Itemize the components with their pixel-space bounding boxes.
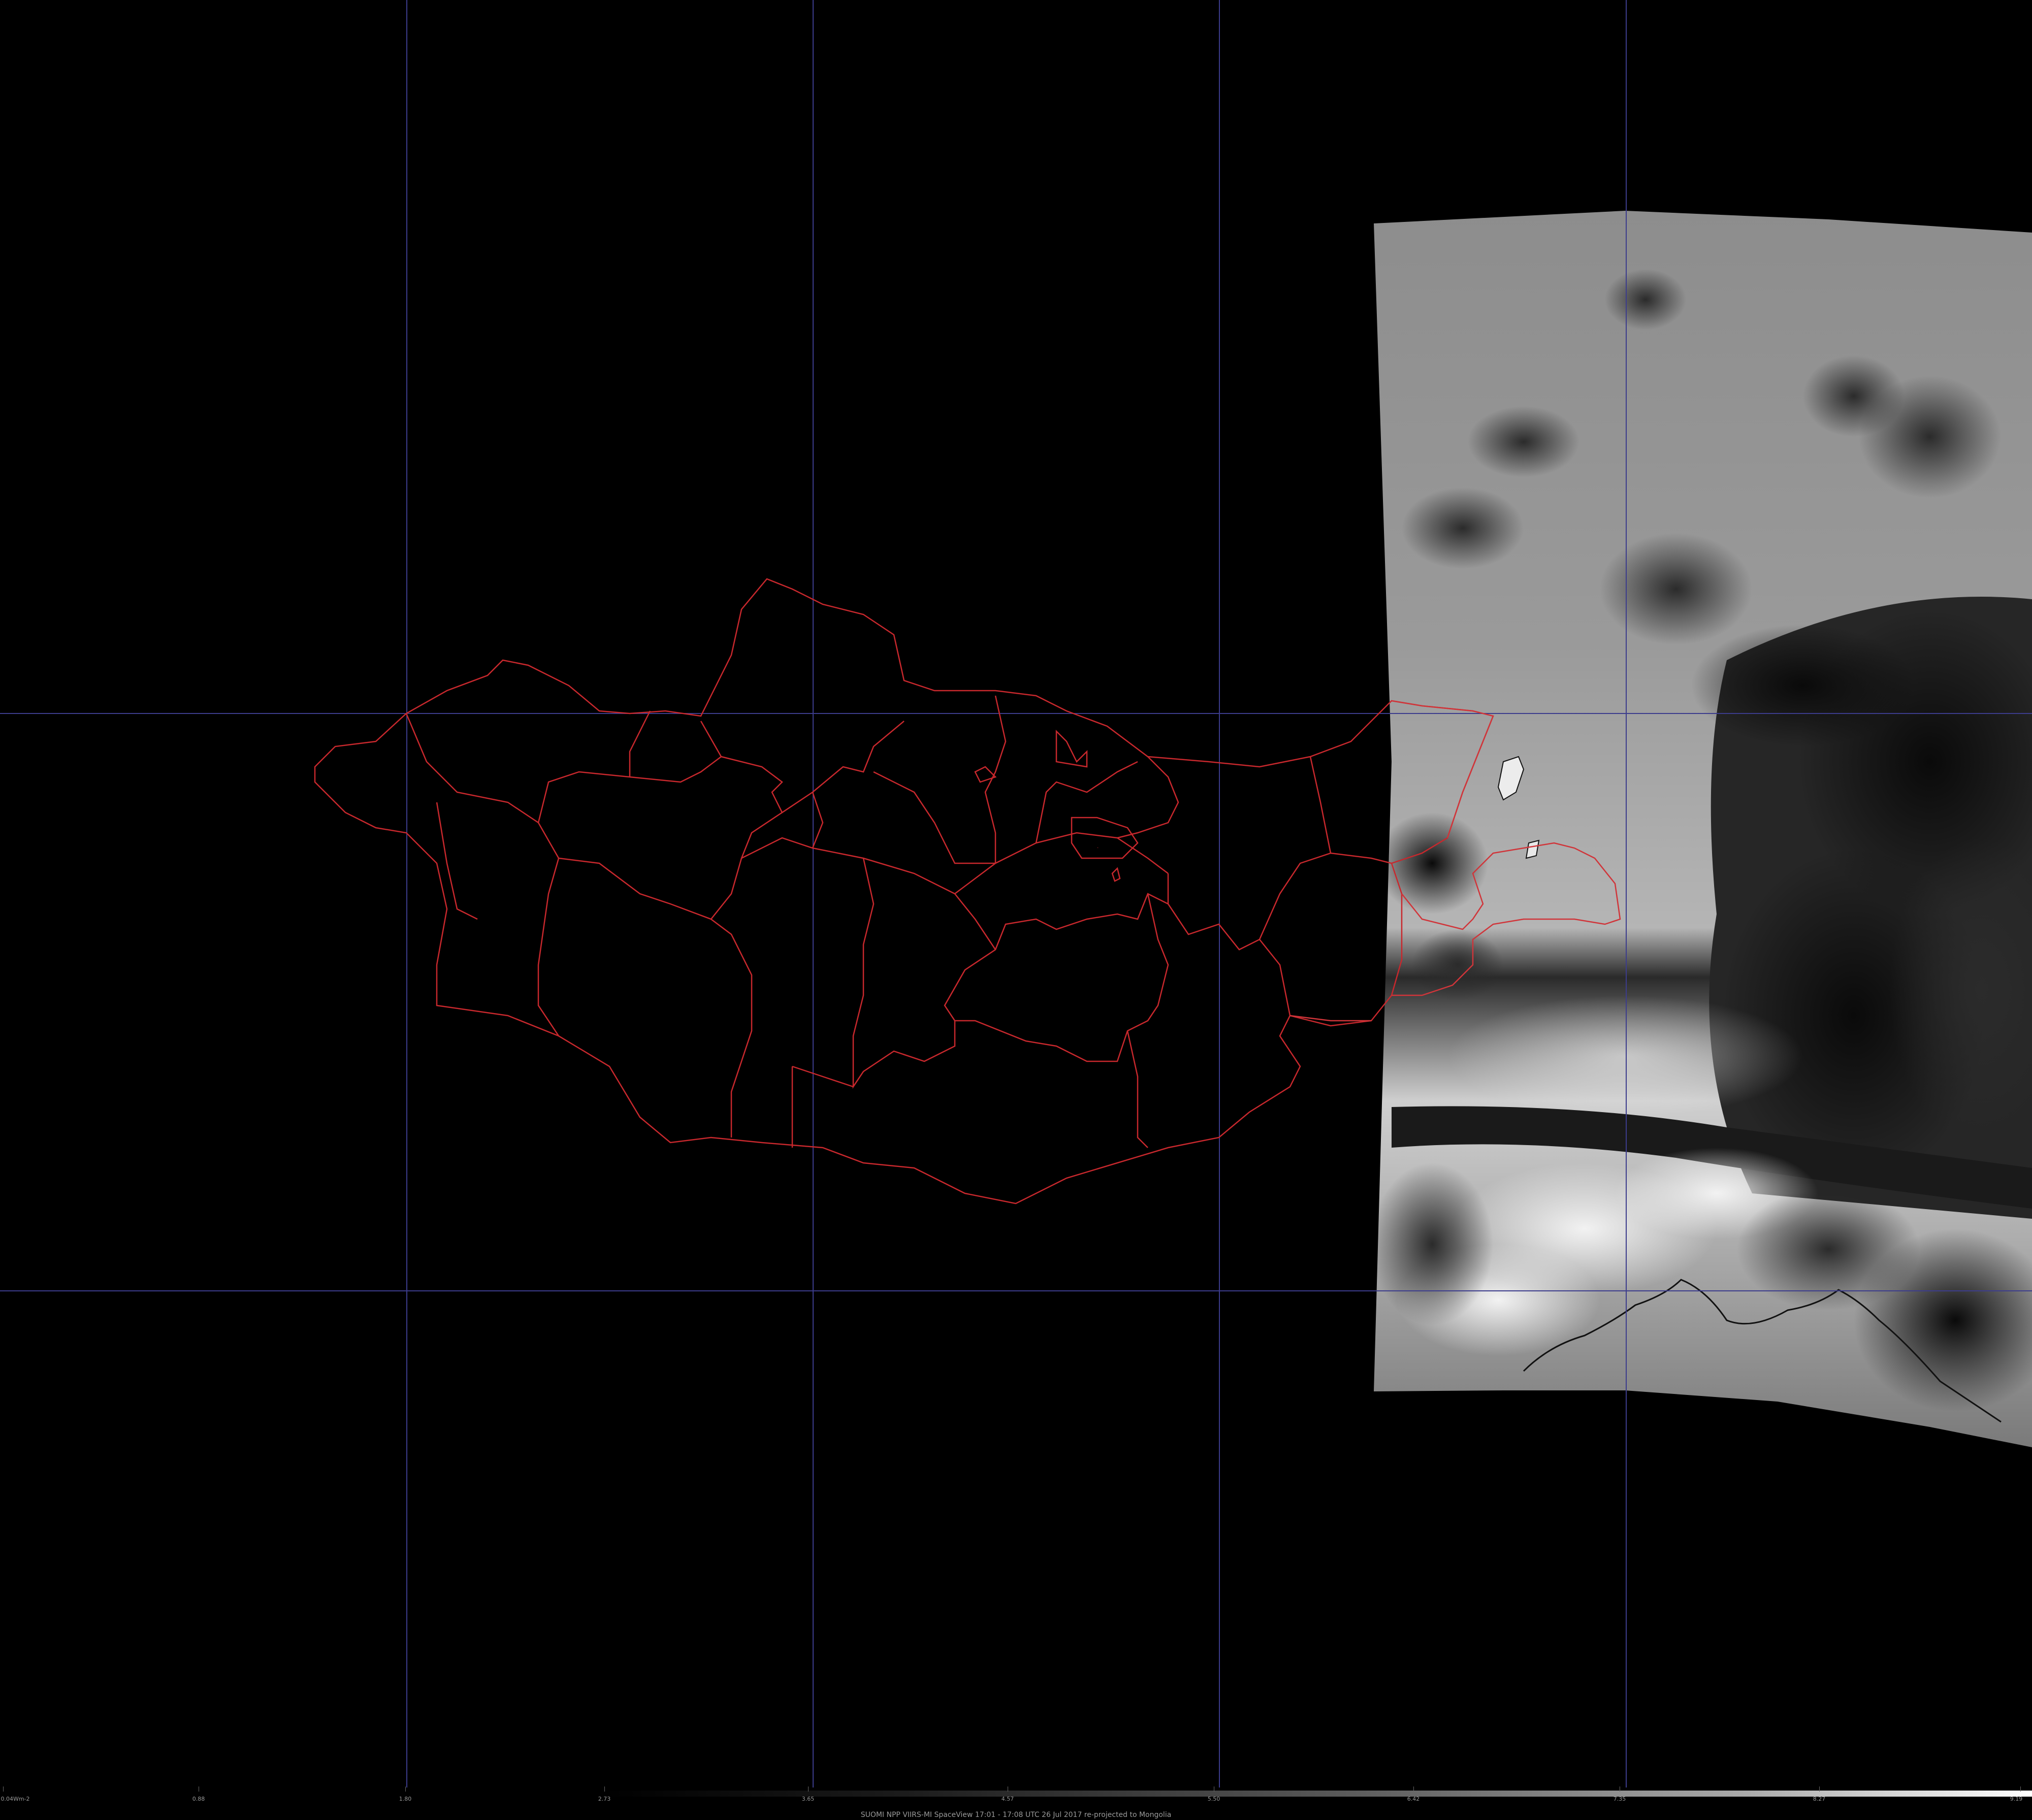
scale-tick-label: 0.88: [192, 1796, 205, 1802]
scale-tick-label: 6.42: [1407, 1796, 1420, 1802]
national-border: [314, 578, 1494, 1205]
scale-tick-label: 3.65: [801, 1796, 815, 1802]
color-scale: 0.04Wm-2 0.88 1.80 2.73 3.65 4.57 5.50 6.42 7.35…: [0, 1786, 2032, 1820]
scale-tick: [808, 1786, 809, 1792]
scale-tick-label: 0.04Wm-2: [1, 1796, 30, 1802]
map-caption: SUOMI NPP VIIRS-MI SpaceView 17:01 - 17:…: [860, 1811, 1172, 1819]
scale-tick: [3, 1786, 4, 1792]
scale-tick: [1413, 1786, 1414, 1792]
scale-tick: [405, 1786, 406, 1792]
scale-tick-label: 7.35: [1613, 1796, 1626, 1802]
scale-tick: [1819, 1786, 1820, 1792]
scale-tick-label: 4.57: [1001, 1796, 1014, 1802]
admin-boundaries: [314, 578, 1494, 1205]
satellite-swath: [1374, 211, 2032, 1447]
satellite-map: ·: [0, 0, 2032, 1788]
scale-tick-label: 9.19: [2010, 1796, 2023, 1802]
scale-tick: [2020, 1786, 2021, 1792]
scale-tick: [604, 1786, 605, 1792]
scale-tick-label: 1.80: [399, 1796, 412, 1802]
scale-tick-label: 2.73: [598, 1796, 611, 1802]
scale-tick-label: 8.27: [1813, 1796, 1826, 1802]
scale-tick-label: 5.50: [1207, 1796, 1220, 1802]
city-marker: ·: [1097, 846, 1099, 851]
